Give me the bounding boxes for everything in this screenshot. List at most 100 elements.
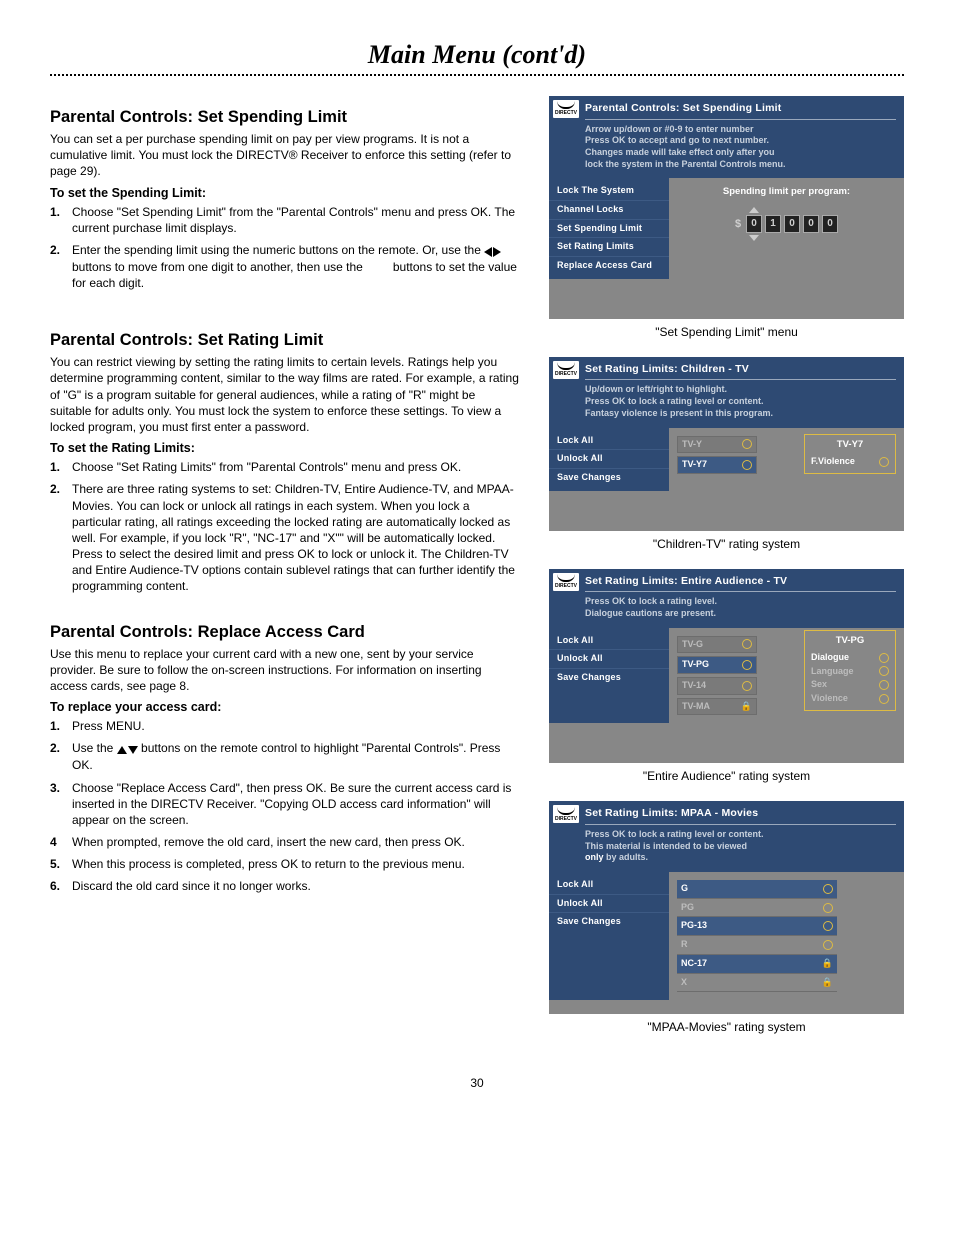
sidebar-item[interactable]: Lock The System bbox=[549, 182, 669, 201]
lock-icon: 🔒 bbox=[822, 958, 833, 970]
sidebar-item[interactable]: Replace Access Card bbox=[549, 257, 669, 275]
sidebar-item[interactable]: Save Changes bbox=[549, 669, 669, 687]
digit-input[interactable]: 0 bbox=[803, 215, 819, 233]
sidebar-item[interactable]: Set Rating Limits bbox=[549, 238, 669, 257]
panel-title: TV-Y7 bbox=[809, 439, 891, 451]
digit-input[interactable]: 1 bbox=[765, 215, 781, 233]
chevron-up-icon[interactable] bbox=[749, 207, 759, 213]
heading-spending: Parental Controls: Set Spending Limit bbox=[50, 108, 519, 127]
chevron-down-icon[interactable] bbox=[749, 235, 759, 241]
sidebar-item[interactable]: Unlock All bbox=[549, 895, 669, 914]
ui-sidebar: Lock All Unlock All Save Changes bbox=[549, 428, 669, 491]
heading-replace: Parental Controls: Replace Access Card bbox=[50, 623, 519, 642]
radio-icon bbox=[879, 694, 889, 704]
sidebar-item[interactable]: Set Spending Limit bbox=[549, 220, 669, 239]
rating-list: TV-Y TV-Y7 bbox=[677, 436, 757, 474]
left-column: Parental Controls: Set Spending Limit Yo… bbox=[50, 96, 519, 1052]
caption: "Entire Audience" rating system bbox=[549, 769, 904, 783]
subhead-replace: To replace your access card: bbox=[50, 700, 519, 714]
step-text: Press MENU. bbox=[72, 719, 145, 733]
step-text: There are three rating systems to set: C… bbox=[72, 482, 515, 593]
sidebar-item[interactable]: Lock All bbox=[549, 632, 669, 651]
ui-content: Spending limit per program: $ 0 1 0 0 0 bbox=[669, 178, 904, 278]
rating-row[interactable]: TV-Y7 bbox=[677, 456, 757, 474]
ui-mpaa: DIRECTV Set Rating Limits: MPAA - Movies… bbox=[549, 801, 904, 1014]
digit-col[interactable]: 0 bbox=[746, 207, 762, 241]
ui-spending-limit: DIRECTV Parental Controls: Set Spending … bbox=[549, 96, 904, 319]
step-text: Choose "Set Spending Limit" from the "Pa… bbox=[72, 205, 515, 235]
subhead-rating: To set the Rating Limits: bbox=[50, 441, 519, 455]
ui-body: Lock All Unlock All Save Changes TV-Y TV… bbox=[549, 428, 904, 491]
rating-row[interactable]: NC-17🔒 bbox=[677, 955, 837, 974]
spending-digits[interactable]: $ 0 1 0 0 0 bbox=[677, 207, 896, 241]
list-item: 1.Press MENU. bbox=[50, 718, 519, 734]
rating-row[interactable]: TV-G bbox=[677, 636, 757, 654]
ui-sidebar: Lock The System Channel Locks Set Spendi… bbox=[549, 178, 669, 278]
ui-body: Lock All Unlock All Save Changes TV-G TV… bbox=[549, 628, 904, 724]
ui-body: Lock All Unlock All Save Changes G PG PG… bbox=[549, 872, 904, 1000]
sublevel-row[interactable]: Violence bbox=[809, 692, 891, 706]
sidebar-item[interactable]: Channel Locks bbox=[549, 201, 669, 220]
rating-row[interactable]: G bbox=[677, 880, 837, 899]
rating-list: TV-G TV-PG TV-14 TV-MA🔒 bbox=[677, 636, 757, 716]
rating-row[interactable]: X🔒 bbox=[677, 974, 837, 993]
ui-title: Parental Controls: Set Spending Limit bbox=[585, 102, 896, 120]
digit-input[interactable]: 0 bbox=[784, 215, 800, 233]
digit-input[interactable]: 0 bbox=[746, 215, 762, 233]
ui-title: Set Rating Limits: Children - TV bbox=[585, 363, 896, 381]
radio-icon bbox=[879, 666, 889, 676]
list-item: 3.Choose "Replace Access Card", then pre… bbox=[50, 780, 519, 829]
ui-header: DIRECTV Set Rating Limits: Entire Audien… bbox=[549, 569, 904, 628]
rating-row[interactable]: PG-13 bbox=[677, 917, 837, 936]
step-text: When prompted, remove the old card, inse… bbox=[72, 835, 465, 849]
ui-sidebar: Lock All Unlock All Save Changes bbox=[549, 628, 669, 724]
subhead-spending: To set the Spending Limit: bbox=[50, 186, 519, 200]
list-item: 2.There are three rating systems to set:… bbox=[50, 481, 519, 594]
sidebar-item[interactable]: Unlock All bbox=[549, 650, 669, 669]
rating-row[interactable]: TV-Y bbox=[677, 436, 757, 454]
intro-rating: You can restrict viewing by setting the … bbox=[50, 354, 519, 435]
rating-row[interactable]: TV-PG bbox=[677, 656, 757, 674]
left-right-arrows-icon bbox=[484, 243, 501, 259]
rating-row[interactable]: R bbox=[677, 936, 837, 955]
sidebar-item[interactable]: Save Changes bbox=[549, 469, 669, 487]
list-item: 4When prompted, remove the old card, ins… bbox=[50, 834, 519, 850]
sublevel-panel: TV-Y7 F.Violence bbox=[804, 434, 896, 474]
radio-icon bbox=[823, 921, 833, 931]
list-item: 5.When this process is completed, press … bbox=[50, 856, 519, 872]
rating-row[interactable]: TV-14 bbox=[677, 677, 757, 695]
radio-icon bbox=[823, 903, 833, 913]
sublevel-panel: TV-PG Dialogue Language Sex Violence bbox=[804, 630, 896, 711]
sidebar-item[interactable]: Lock All bbox=[549, 432, 669, 451]
ui-desc: Press OK to lock a rating level. Dialogu… bbox=[585, 596, 896, 619]
directv-logo: DIRECTV bbox=[553, 573, 579, 591]
sidebar-item[interactable]: Lock All bbox=[549, 876, 669, 895]
sidebar-item[interactable]: Unlock All bbox=[549, 450, 669, 469]
ui-children-tv: DIRECTV Set Rating Limits: Children - TV… bbox=[549, 357, 904, 531]
ui-content: TV-Y TV-Y7 TV-Y7 F.Violence bbox=[669, 428, 904, 491]
radio-icon bbox=[742, 439, 752, 449]
directv-logo: DIRECTV bbox=[553, 361, 579, 379]
sublevel-row[interactable]: Sex bbox=[809, 678, 891, 692]
steps-spending: 1.Choose "Set Spending Limit" from the "… bbox=[50, 204, 519, 292]
steps-replace: 1.Press MENU. 2.Use the buttons on the r… bbox=[50, 718, 519, 894]
rating-row[interactable]: TV-MA🔒 bbox=[677, 698, 757, 716]
mpaa-list: G PG PG-13 R NC-17🔒 X🔒 bbox=[677, 880, 837, 992]
sublevel-row[interactable]: F.Violence bbox=[809, 455, 891, 469]
ui-desc: Arrow up/down or #0-9 to enter number Pr… bbox=[585, 124, 896, 171]
sublevel-row[interactable]: Dialogue bbox=[809, 651, 891, 665]
sidebar-item[interactable]: Save Changes bbox=[549, 913, 669, 931]
ui-desc: Press OK to lock a rating level or conte… bbox=[585, 829, 896, 864]
step-text: Choose "Set Rating Limits" from "Parenta… bbox=[72, 460, 461, 474]
rating-row[interactable]: PG bbox=[677, 899, 837, 918]
radio-icon bbox=[879, 457, 889, 467]
lock-icon: 🔒 bbox=[822, 977, 833, 989]
directv-logo: DIRECTV bbox=[553, 100, 579, 118]
ui-desc: Up/down or left/right to highlight. Pres… bbox=[585, 384, 896, 419]
digit-input[interactable]: 0 bbox=[822, 215, 838, 233]
sublevel-row[interactable]: Language bbox=[809, 665, 891, 679]
radio-icon bbox=[823, 884, 833, 894]
caption: "Children-TV" rating system bbox=[549, 537, 904, 551]
step-text: Choose "Replace Access Card", then press… bbox=[72, 781, 511, 827]
list-item: 2.Enter the spending limit using the num… bbox=[50, 242, 519, 291]
